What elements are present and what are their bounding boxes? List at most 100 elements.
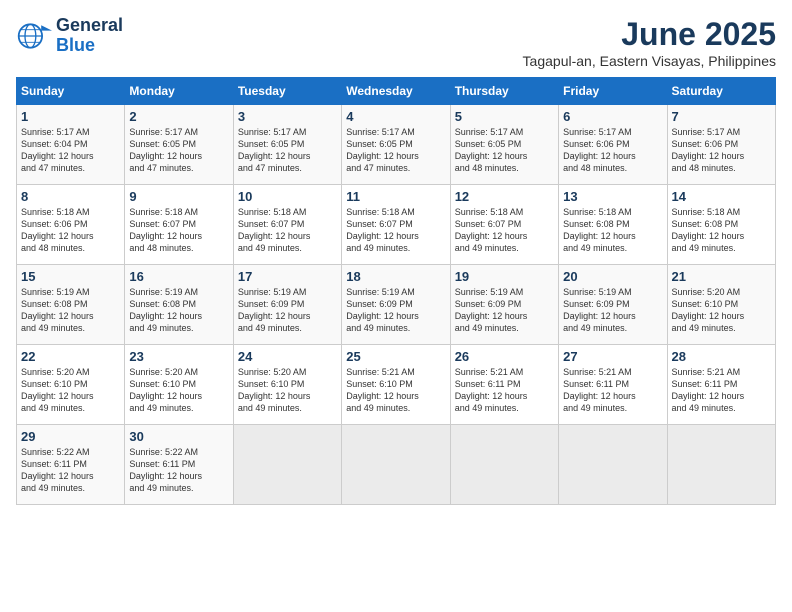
day-info: Sunrise: 5:20 AM Sunset: 6:10 PM Dayligh… — [672, 286, 771, 335]
weekday-header-tuesday: Tuesday — [233, 78, 341, 105]
day-info: Sunrise: 5:19 AM Sunset: 6:09 PM Dayligh… — [238, 286, 337, 335]
calendar-cell: 19 Sunrise: 5:19 AM Sunset: 6:09 PM Dayli… — [450, 265, 558, 345]
calendar-cell: 9 Sunrise: 5:18 AM Sunset: 6:07 PM Daylig… — [125, 185, 233, 265]
calendar-cell: 24 Sunrise: 5:20 AM Sunset: 6:10 PM Dayli… — [233, 345, 341, 425]
day-number: 13 — [563, 189, 662, 204]
day-info: Sunrise: 5:17 AM Sunset: 6:06 PM Dayligh… — [563, 126, 662, 175]
day-number: 24 — [238, 349, 337, 364]
calendar-cell — [559, 425, 667, 505]
day-number: 30 — [129, 429, 228, 444]
day-info: Sunrise: 5:19 AM Sunset: 6:09 PM Dayligh… — [563, 286, 662, 335]
calendar-cell: 6 Sunrise: 5:17 AM Sunset: 6:06 PM Daylig… — [559, 105, 667, 185]
day-number: 12 — [455, 189, 554, 204]
day-info: Sunrise: 5:21 AM Sunset: 6:10 PM Dayligh… — [346, 366, 445, 415]
weekday-header-wednesday: Wednesday — [342, 78, 450, 105]
day-info: Sunrise: 5:17 AM Sunset: 6:05 PM Dayligh… — [129, 126, 228, 175]
calendar-cell: 22 Sunrise: 5:20 AM Sunset: 6:10 PM Dayli… — [17, 345, 125, 425]
calendar-cell: 1Sunrise: 5:17 AM Sunset: 6:04 PM Daylig… — [17, 105, 125, 185]
calendar-cell: 27 Sunrise: 5:21 AM Sunset: 6:11 PM Dayli… — [559, 345, 667, 425]
calendar-cell: 23Sunrise: 5:20 AM Sunset: 6:10 PM Dayli… — [125, 345, 233, 425]
day-number: 27 — [563, 349, 662, 364]
calendar-cell — [667, 425, 775, 505]
calendar-header-row: SundayMondayTuesdayWednesdayThursdayFrid… — [17, 78, 776, 105]
calendar-cell — [233, 425, 341, 505]
day-info: Sunrise: 5:17 AM Sunset: 6:05 PM Dayligh… — [346, 126, 445, 175]
day-number: 2 — [129, 109, 228, 124]
calendar-cell: 8 Sunrise: 5:18 AM Sunset: 6:06 PM Daylig… — [17, 185, 125, 265]
day-info: Sunrise: 5:19 AM Sunset: 6:09 PM Dayligh… — [455, 286, 554, 335]
day-number: 22 — [21, 349, 120, 364]
day-info: Sunrise: 5:19 AM Sunset: 6:08 PM Dayligh… — [129, 286, 228, 335]
day-number: 11 — [346, 189, 445, 204]
calendar-cell — [342, 425, 450, 505]
calendar-week-row: 8 Sunrise: 5:18 AM Sunset: 6:06 PM Daylig… — [17, 185, 776, 265]
calendar-cell: 26 Sunrise: 5:21 AM Sunset: 6:11 PM Dayli… — [450, 345, 558, 425]
day-info: Sunrise: 5:18 AM Sunset: 6:07 PM Dayligh… — [129, 206, 228, 255]
calendar-cell: 14 Sunrise: 5:18 AM Sunset: 6:08 PM Dayli… — [667, 185, 775, 265]
day-number: 4 — [346, 109, 445, 124]
day-info: Sunrise: 5:21 AM Sunset: 6:11 PM Dayligh… — [455, 366, 554, 415]
weekday-header-monday: Monday — [125, 78, 233, 105]
day-info: Sunrise: 5:20 AM Sunset: 6:10 PM Dayligh… — [21, 366, 120, 415]
day-info: Sunrise: 5:20 AM Sunset: 6:10 PM Dayligh… — [238, 366, 337, 415]
day-info: Sunrise: 5:18 AM Sunset: 6:06 PM Dayligh… — [21, 206, 120, 255]
day-number: 25 — [346, 349, 445, 364]
weekday-header-sunday: Sunday — [17, 78, 125, 105]
day-info: Sunrise: 5:17 AM Sunset: 6:06 PM Dayligh… — [672, 126, 771, 175]
calendar-cell: 13 Sunrise: 5:18 AM Sunset: 6:08 PM Dayli… — [559, 185, 667, 265]
weekday-header-friday: Friday — [559, 78, 667, 105]
calendar-cell: 28 Sunrise: 5:21 AM Sunset: 6:11 PM Dayli… — [667, 345, 775, 425]
day-number: 3 — [238, 109, 337, 124]
calendar-week-row: 1Sunrise: 5:17 AM Sunset: 6:04 PM Daylig… — [17, 105, 776, 185]
weekday-header-saturday: Saturday — [667, 78, 775, 105]
day-number: 18 — [346, 269, 445, 284]
day-number: 10 — [238, 189, 337, 204]
day-number: 9 — [129, 189, 228, 204]
calendar-cell: 20 Sunrise: 5:19 AM Sunset: 6:09 PM Dayli… — [559, 265, 667, 345]
day-info: Sunrise: 5:21 AM Sunset: 6:11 PM Dayligh… — [563, 366, 662, 415]
calendar-cell: 4 Sunrise: 5:17 AM Sunset: 6:05 PM Daylig… — [342, 105, 450, 185]
day-number: 6 — [563, 109, 662, 124]
calendar-cell: 12Sunrise: 5:18 AM Sunset: 6:07 PM Dayli… — [450, 185, 558, 265]
calendar-week-row: 15Sunrise: 5:19 AM Sunset: 6:08 PM Dayli… — [17, 265, 776, 345]
logo-icon — [16, 18, 52, 54]
day-number: 28 — [672, 349, 771, 364]
day-number: 17 — [238, 269, 337, 284]
calendar-cell: 7 Sunrise: 5:17 AM Sunset: 6:06 PM Daylig… — [667, 105, 775, 185]
calendar-cell: 11 Sunrise: 5:18 AM Sunset: 6:07 PM Dayli… — [342, 185, 450, 265]
day-info: Sunrise: 5:22 AM Sunset: 6:11 PM Dayligh… — [21, 446, 120, 495]
day-number: 8 — [21, 189, 120, 204]
calendar-cell: 18 Sunrise: 5:19 AM Sunset: 6:09 PM Dayli… — [342, 265, 450, 345]
calendar-cell: 30 Sunrise: 5:22 AM Sunset: 6:11 PM Dayli… — [125, 425, 233, 505]
day-info: Sunrise: 5:19 AM Sunset: 6:09 PM Dayligh… — [346, 286, 445, 335]
day-number: 1 — [21, 109, 120, 124]
day-info: Sunrise: 5:18 AM Sunset: 6:08 PM Dayligh… — [563, 206, 662, 255]
calendar-cell: 21Sunrise: 5:20 AM Sunset: 6:10 PM Dayli… — [667, 265, 775, 345]
day-number: 7 — [672, 109, 771, 124]
calendar-title: June 2025 — [523, 16, 776, 53]
calendar-table: SundayMondayTuesdayWednesdayThursdayFrid… — [16, 77, 776, 505]
day-number: 26 — [455, 349, 554, 364]
calendar-week-row: 22 Sunrise: 5:20 AM Sunset: 6:10 PM Dayli… — [17, 345, 776, 425]
day-number: 19 — [455, 269, 554, 284]
calendar-cell: 17 Sunrise: 5:19 AM Sunset: 6:09 PM Dayli… — [233, 265, 341, 345]
calendar-cell: 2 Sunrise: 5:17 AM Sunset: 6:05 PM Daylig… — [125, 105, 233, 185]
day-info: Sunrise: 5:17 AM Sunset: 6:05 PM Dayligh… — [455, 126, 554, 175]
logo: General Blue — [16, 16, 123, 56]
day-info: Sunrise: 5:22 AM Sunset: 6:11 PM Dayligh… — [129, 446, 228, 495]
calendar-cell: 16Sunrise: 5:19 AM Sunset: 6:08 PM Dayli… — [125, 265, 233, 345]
title-area: June 2025 Tagapul-an, Eastern Visayas, P… — [523, 16, 776, 69]
calendar-cell: 15Sunrise: 5:19 AM Sunset: 6:08 PM Dayli… — [17, 265, 125, 345]
day-info: Sunrise: 5:17 AM Sunset: 6:05 PM Dayligh… — [238, 126, 337, 175]
day-number: 14 — [672, 189, 771, 204]
calendar-cell: 25 Sunrise: 5:21 AM Sunset: 6:10 PM Dayli… — [342, 345, 450, 425]
day-number: 20 — [563, 269, 662, 284]
calendar-cell: 29Sunrise: 5:22 AM Sunset: 6:11 PM Dayli… — [17, 425, 125, 505]
day-info: Sunrise: 5:19 AM Sunset: 6:08 PM Dayligh… — [21, 286, 120, 335]
weekday-header-thursday: Thursday — [450, 78, 558, 105]
calendar-subtitle: Tagapul-an, Eastern Visayas, Philippines — [523, 53, 776, 69]
day-info: Sunrise: 5:18 AM Sunset: 6:07 PM Dayligh… — [346, 206, 445, 255]
day-info: Sunrise: 5:21 AM Sunset: 6:11 PM Dayligh… — [672, 366, 771, 415]
calendar-week-row: 29Sunrise: 5:22 AM Sunset: 6:11 PM Dayli… — [17, 425, 776, 505]
day-info: Sunrise: 5:18 AM Sunset: 6:08 PM Dayligh… — [672, 206, 771, 255]
